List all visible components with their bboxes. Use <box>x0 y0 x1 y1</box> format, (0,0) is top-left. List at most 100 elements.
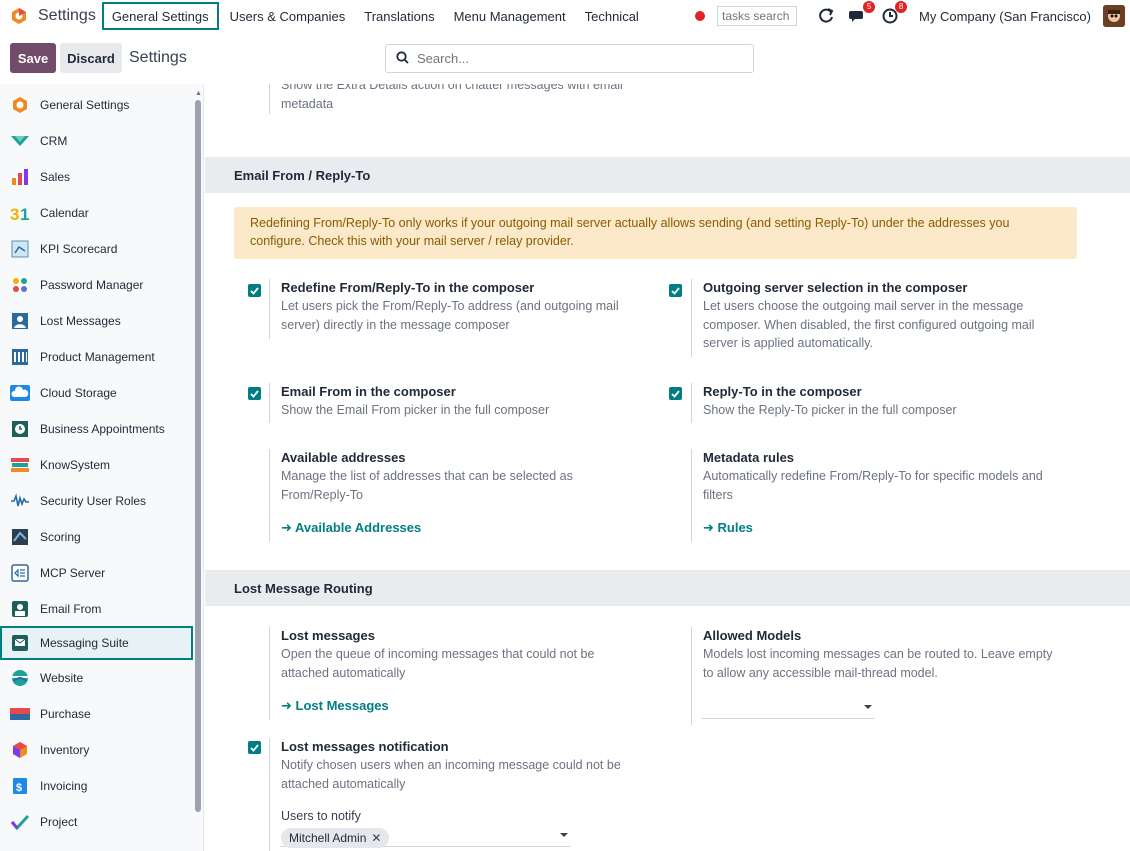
tag-label: Mitchell Admin <box>289 831 367 845</box>
company-switcher[interactable]: My Company (San Francisco) <box>919 9 1091 24</box>
invoicing-icon: $ <box>10 776 30 796</box>
activity-badge: 8 <box>895 1 908 13</box>
chat-badge: 5 <box>863 1 876 13</box>
email-from-icon <box>10 599 30 619</box>
sidebar-item-scoring[interactable]: Scoring <box>0 520 193 554</box>
menu-technical[interactable]: Technical <box>577 2 647 30</box>
svg-text:$: $ <box>16 782 22 794</box>
sidebar-item-mcp-server[interactable]: MCP Server <box>0 556 193 590</box>
setting-desc: Let users choose the outgoing mail serve… <box>703 299 1035 350</box>
sidebar-item-label: General Settings <box>40 98 130 112</box>
sidebar-item-product-management[interactable]: Product Management <box>0 340 193 374</box>
appointments-icon <box>10 419 30 439</box>
sidebar-scrollbar[interactable]: ▲ <box>193 84 203 851</box>
sidebar-item-purchase[interactable]: Purchase <box>0 697 193 731</box>
discard-button[interactable]: Discard <box>60 43 122 73</box>
product-icon <box>10 347 30 367</box>
setting-desc: Notify chosen users when an incoming mes… <box>281 758 621 791</box>
setting-desc: Manage the list of addresses that can be… <box>281 469 573 502</box>
tasks-search-input[interactable] <box>717 6 798 26</box>
sidebar-item-crm[interactable]: CRM <box>0 124 193 158</box>
email-from-checkbox[interactable] <box>248 387 261 400</box>
sidebar-item-label: KPI Scorecard <box>40 242 118 256</box>
redefine-checkbox[interactable] <box>248 284 261 297</box>
sidebar-item-kpi-scorecard[interactable]: KPI Scorecard <box>0 232 193 266</box>
sidebar-item-label: Invoicing <box>40 779 88 793</box>
sidebar-item-label: Purchase <box>40 707 91 721</box>
setting-title: Lost messages notification <box>281 739 449 754</box>
sidebar-item-label: Product Management <box>40 350 155 364</box>
sidebar-item-label: CRM <box>40 134 68 148</box>
user-tag: Mitchell Admin ✕ <box>281 828 390 848</box>
activity-clock-icon[interactable]: 8 <box>881 1 908 25</box>
sidebar-item-label: Password Manager <box>40 278 144 292</box>
top-navbar: Settings General Settings Users & Compan… <box>0 0 1130 32</box>
sidebar-item-label: Project <box>40 815 78 829</box>
sidebar-item-inventory[interactable]: Inventory <box>0 733 193 767</box>
sidebar-item-general-settings[interactable]: General Settings <box>0 88 193 122</box>
sidebar-item-project[interactable]: Project <box>0 805 193 839</box>
books-icon <box>10 455 30 475</box>
scroll-up-icon[interactable]: ▲ <box>193 88 203 98</box>
sidebar-item-calendar[interactable]: 31 Calendar <box>0 196 193 230</box>
sidebar-item-label: Sales <box>40 170 71 184</box>
sidebar-item-security-user-roles[interactable]: Security User Roles <box>0 484 193 518</box>
main-menu: General Settings Users & Companies Trans… <box>101 0 650 32</box>
settings-sidebar: General Settings CRM Sales 31 Calendar K… <box>0 84 204 851</box>
sidebar-item-label: Scoring <box>40 530 81 544</box>
save-button[interactable]: Save <box>10 43 56 73</box>
warning-alert: Redefining From/Reply-To only works if y… <box>234 207 1077 259</box>
settings-search[interactable] <box>385 44 754 73</box>
users-to-notify-label: Users to notify <box>281 809 361 823</box>
setting-title: Outgoing server selection in the compose… <box>703 280 968 295</box>
check-icon <box>250 286 259 295</box>
setting-desc: Show the Email From picker in the full c… <box>281 403 550 417</box>
messaging-icon <box>10 633 30 653</box>
settings-content: Show the Extra Details action on chatter… <box>205 84 1130 851</box>
outgoing-server-checkbox[interactable] <box>669 284 682 297</box>
sidebar-item-label: Security User Roles <box>40 494 147 508</box>
setting-desc: Automatically redefine From/Reply-To for… <box>703 469 1043 502</box>
sidebar-item-password-manager[interactable]: Password Manager <box>0 268 193 302</box>
section-heading-lost-routing: Lost Message Routing <box>205 570 1130 606</box>
setting-desc: Models lost incoming messages can be rou… <box>703 647 1053 680</box>
scroll-thumb[interactable] <box>195 100 201 812</box>
search-input[interactable] <box>417 51 717 66</box>
chat-icon[interactable]: 5 <box>849 1 876 25</box>
sidebar-item-invoicing[interactable]: $ Invoicing <box>0 769 193 803</box>
reply-to-checkbox[interactable] <box>669 387 682 400</box>
password-icon <box>10 275 30 295</box>
check-icon <box>671 286 680 295</box>
sidebar-item-messaging-suite[interactable]: Messaging Suite <box>0 626 193 660</box>
sidebar-item-email-from[interactable]: Email From <box>0 592 193 626</box>
setting-desc: Show the Reply-To picker in the full com… <box>703 403 957 417</box>
sidebar-item-website[interactable]: Website <box>0 661 193 695</box>
allowed-models-select[interactable] <box>702 699 874 719</box>
notification-checkbox[interactable] <box>248 741 261 754</box>
user-avatar[interactable] <box>1103 5 1125 27</box>
rules-link[interactable]: ➜ Rules <box>703 520 1063 536</box>
setting-title: Available addresses <box>281 450 406 465</box>
setting-title: Reply-To in the composer <box>703 384 862 399</box>
sidebar-item-cloud-storage[interactable]: Cloud Storage <box>0 376 193 410</box>
lost-messages-link[interactable]: ➜ Lost Messages <box>281 698 659 714</box>
sidebar-item-business-appointments[interactable]: Business Appointments <box>0 412 193 446</box>
settings-app-icon[interactable] <box>10 7 28 25</box>
menu-users-companies[interactable]: Users & Companies <box>222 2 354 30</box>
available-addresses-link[interactable]: ➜ Available Addresses <box>281 520 659 536</box>
sidebar-item-knowsystem[interactable]: KnowSystem <box>0 448 193 482</box>
setting-desc: Show the Extra Details action on chatter… <box>281 84 623 92</box>
sidebar-item-sales[interactable]: Sales <box>0 160 193 194</box>
close-icon[interactable]: ✕ <box>371 831 381 845</box>
menu-general-settings[interactable]: General Settings <box>101 2 219 30</box>
menu-menu-management[interactable]: Menu Management <box>446 2 574 30</box>
refresh-icon[interactable] <box>817 7 835 25</box>
sidebar-item-lost-messages[interactable]: Lost Messages <box>0 304 193 338</box>
purchase-icon <box>10 704 30 724</box>
sidebar-item-label: MCP Server <box>40 566 106 580</box>
navbar-systray: 5 8 My Company (San Francisco) <box>695 0 1130 32</box>
recording-dot-icon[interactable] <box>695 11 706 21</box>
menu-translations[interactable]: Translations <box>356 2 442 30</box>
app-name[interactable]: Settings <box>38 7 96 25</box>
link-label: Rules <box>717 520 753 535</box>
